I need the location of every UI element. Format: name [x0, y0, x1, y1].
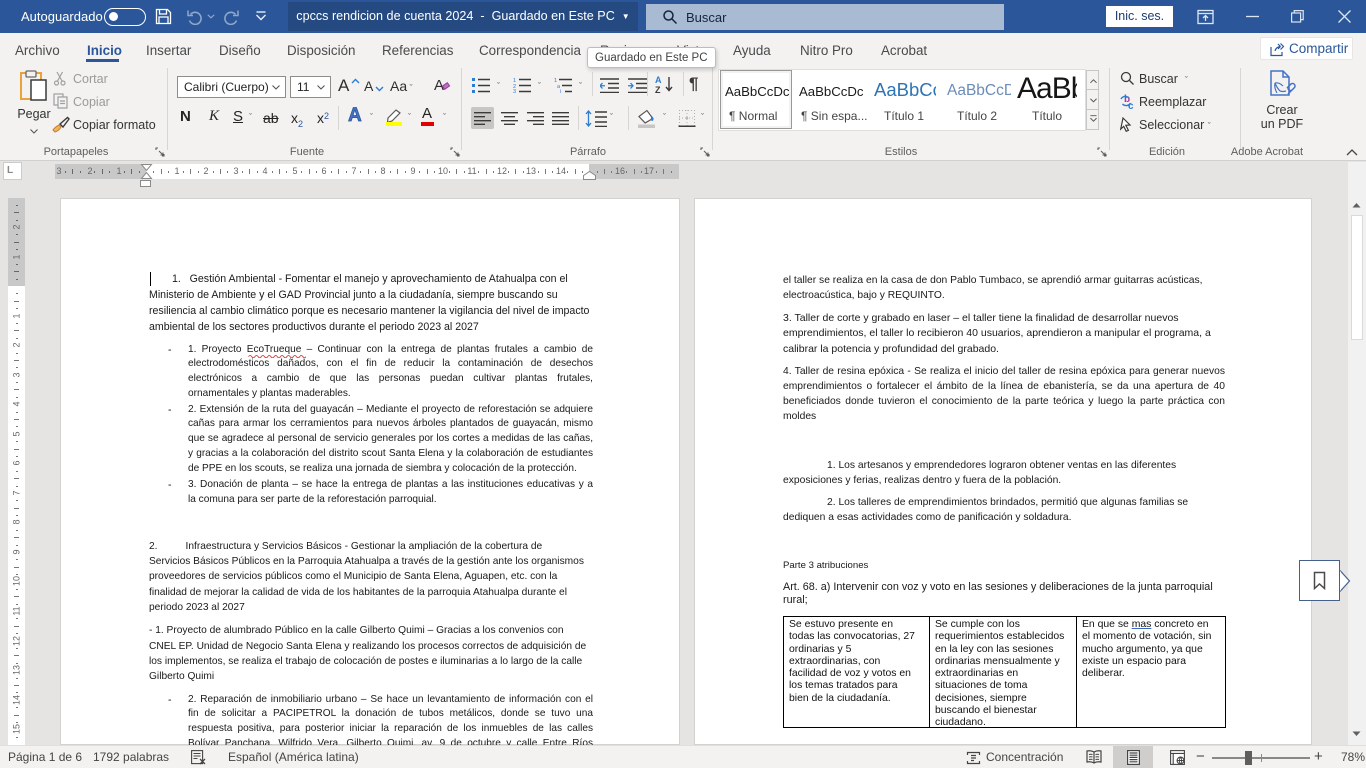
svg-text:c: c	[1128, 101, 1134, 110]
svg-text:A: A	[655, 75, 662, 85]
svg-text:3: 3	[513, 89, 516, 93]
svg-text:i: i	[560, 89, 561, 93]
svg-text:Z: Z	[655, 85, 661, 94]
